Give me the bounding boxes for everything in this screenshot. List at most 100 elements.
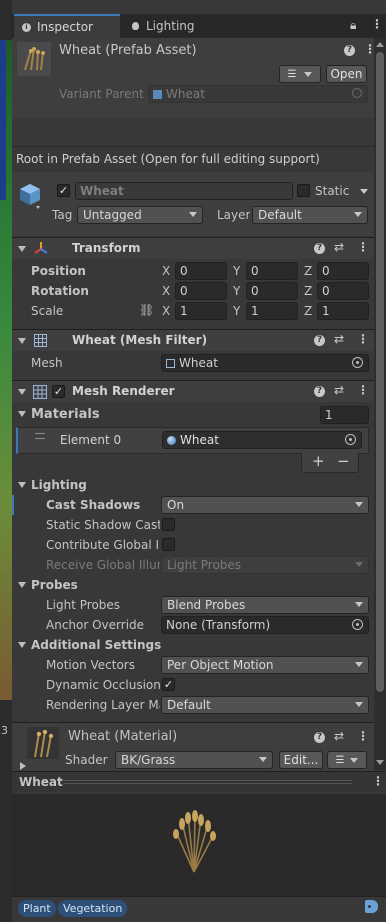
light-probes-dropdown[interactable]: Blend Probes: [161, 596, 369, 614]
component-menu-icon[interactable]: ⋮: [357, 383, 369, 397]
mesh-renderer-enabled-checkbox[interactable]: ✓: [52, 385, 65, 398]
static-shadow-checkbox[interactable]: [162, 518, 175, 531]
name-field[interactable]: Wheat: [75, 182, 293, 200]
tag-icon[interactable]: [365, 900, 378, 913]
prefab-title: Wheat (Prefab Asset): [59, 43, 197, 58]
rotation-x-field[interactable]: 0: [175, 282, 227, 300]
additional-foldout[interactable]: [18, 642, 26, 648]
dynamic-occlusion-label: Dynamic Occlusion: [46, 678, 161, 692]
mesh-field[interactable]: Wheat: [161, 354, 369, 372]
add-element-button[interactable]: +: [312, 452, 325, 470]
position-x-field[interactable]: 0: [175, 262, 227, 280]
rotation-label: Rotation: [31, 284, 89, 298]
tag-dropdown[interactable]: Untagged: [77, 206, 203, 224]
material-options-dropdown[interactable]: ☰: [327, 751, 367, 769]
label-chip-plant[interactable]: Plant: [18, 900, 56, 917]
help-icon[interactable]: ?: [314, 243, 325, 254]
anchor-override-field[interactable]: None (Transform): [161, 616, 369, 634]
scroll-down-arrow[interactable]: [376, 760, 384, 765]
scrollbar-track[interactable]: [374, 38, 386, 770]
scale-y-field[interactable]: 1: [246, 302, 298, 320]
mesh-label: Mesh: [31, 356, 63, 370]
label-chip-vegetation[interactable]: Vegetation: [58, 900, 128, 917]
lighting-foldout[interactable]: [18, 482, 26, 488]
probes-foldout[interactable]: [18, 582, 26, 588]
mesh-filter-title: Wheat (Mesh Filter): [72, 333, 208, 347]
help-icon[interactable]: ?: [314, 386, 325, 397]
lighting-label: Lighting: [31, 478, 87, 492]
shader-dropdown[interactable]: BK/Grass: [115, 751, 273, 769]
transform-title: Transform: [72, 241, 141, 255]
tab-inspector[interactable]: i Inspector: [14, 14, 120, 38]
rendering-layer-dropdown[interactable]: Default: [161, 696, 369, 714]
object-picker-icon: [352, 88, 362, 98]
dynamic-occlusion-checkbox[interactable]: ✓: [162, 678, 175, 691]
gameobject-icon[interactable]: [18, 182, 42, 213]
help-icon[interactable]: ?: [344, 45, 355, 56]
mesh-filter-header[interactable]: Wheat (Mesh Filter) ? ⇄ ⋮: [12, 329, 376, 351]
notice-text: Root in Prefab Asset (Open for full edit…: [16, 151, 320, 166]
scroll-up-arrow[interactable]: [376, 42, 384, 47]
contribute-gi-label: Contribute Global Illu: [46, 538, 160, 552]
prefab-thumbnail: [17, 42, 51, 76]
preview-menu-icon[interactable]: ⋮: [372, 774, 384, 788]
active-checkbox[interactable]: ✓: [57, 184, 70, 197]
scale-x-field[interactable]: 1: [175, 302, 227, 320]
position-y-field[interactable]: 0: [246, 262, 298, 280]
preset-icon[interactable]: ⇄: [334, 729, 344, 743]
component-menu-icon[interactable]: ⋮: [357, 729, 369, 743]
variant-parent-label: Variant Parent: [59, 87, 144, 101]
lock-icon[interactable]: 🔒︎: [350, 18, 356, 33]
remove-element-button[interactable]: −: [337, 452, 350, 470]
material-title: Wheat (Material): [68, 729, 178, 744]
static-dropdown-caret[interactable]: [360, 189, 368, 194]
open-button[interactable]: Open: [326, 65, 367, 83]
layer-label: Layer: [217, 208, 251, 222]
transform-header[interactable]: Transform ? ⇄ ⋮: [12, 237, 376, 259]
cast-shadows-dropdown[interactable]: On: [161, 496, 369, 514]
materials-count-field[interactable]: 1: [320, 406, 369, 424]
preview-resize-handle[interactable]: [64, 780, 352, 784]
active-row-marker: [12, 495, 14, 515]
preset-icon[interactable]: ⇄: [334, 332, 344, 346]
info-icon: i: [22, 22, 31, 32]
wheat-preview-image: [168, 808, 220, 874]
scale-z-field[interactable]: 1: [317, 302, 369, 320]
object-picker-icon[interactable]: [352, 619, 363, 630]
lightbulb-icon: [132, 22, 139, 30]
material-foldout[interactable]: [20, 762, 26, 770]
help-icon[interactable]: ?: [314, 335, 325, 346]
preset-icon[interactable]: ⇄: [334, 240, 344, 254]
element0-field[interactable]: Wheat: [162, 431, 362, 449]
contribute-gi-checkbox[interactable]: [162, 538, 175, 551]
materials-foldout[interactable]: [18, 411, 26, 417]
position-z-field[interactable]: 0: [317, 262, 369, 280]
edit-shader-button[interactable]: Edit...: [279, 751, 323, 769]
object-picker-icon[interactable]: [352, 357, 363, 368]
tab-menu-icon[interactable]: ⋮: [371, 17, 383, 31]
receive-gi-label: Receive Global Illum: [46, 558, 160, 572]
static-shadow-label: Static Shadow Caste: [46, 518, 160, 532]
component-menu-icon[interactable]: ⋮: [357, 332, 369, 346]
shader-label: Shader: [65, 753, 108, 767]
drag-handle-icon[interactable]: [35, 433, 45, 439]
object-picker-icon[interactable]: [345, 434, 356, 445]
preset-icon[interactable]: ⇄: [334, 383, 344, 397]
tab-lighting[interactable]: Lighting: [126, 14, 216, 38]
motion-vectors-dropdown[interactable]: Per Object Motion: [161, 656, 369, 674]
component-menu-icon[interactable]: ⋮: [357, 240, 369, 254]
scrollbar-thumb[interactable]: [376, 52, 384, 692]
layer-dropdown[interactable]: Default: [252, 206, 368, 224]
rotation-z-field[interactable]: 0: [317, 282, 369, 300]
list-add-remove: [301, 453, 359, 473]
notice-bar: Root in Prefab Asset (Open for full edit…: [12, 146, 374, 170]
material-thumbnail: [27, 727, 59, 759]
help-icon[interactable]: ?: [314, 732, 325, 743]
static-checkbox[interactable]: [297, 184, 310, 197]
list-icon: ☰: [335, 754, 345, 766]
rotation-y-field[interactable]: 0: [246, 282, 298, 300]
prefab-options-dropdown[interactable]: ☰: [279, 65, 321, 83]
tab-inspector-label: Inspector: [37, 20, 93, 34]
link-icon[interactable]: ⛓︎: [139, 303, 154, 317]
mesh-renderer-header[interactable]: ✓ Mesh Renderer ? ⇄ ⋮: [12, 380, 376, 402]
